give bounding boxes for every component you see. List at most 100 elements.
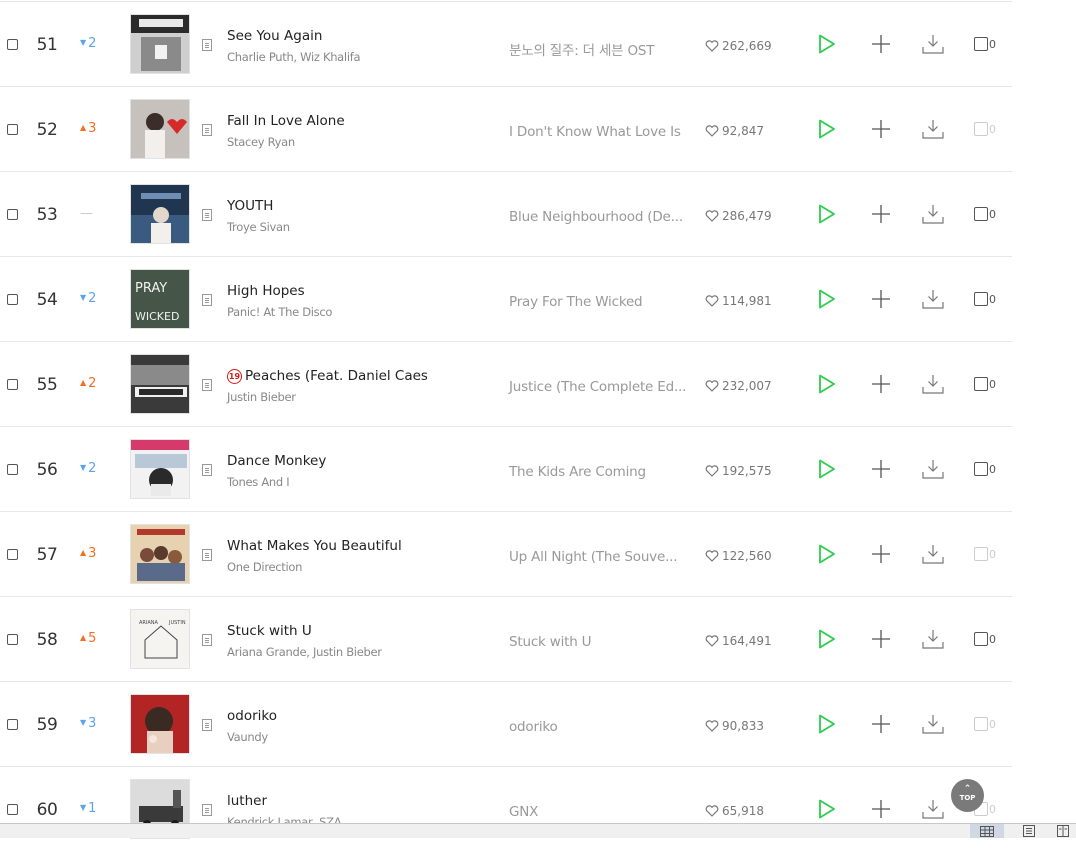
album-art[interactable] — [130, 439, 190, 499]
add-to-playlist-button[interactable] — [871, 34, 891, 54]
song-title[interactable]: Dance Monkey — [227, 453, 326, 469]
song-title[interactable]: Fall In Love Alone — [227, 113, 345, 129]
play-button[interactable] — [818, 544, 836, 564]
like-button[interactable]: 164,491 — [705, 634, 772, 648]
song-title[interactable]: Peaches (Feat. Daniel Caes... — [245, 368, 427, 384]
lyrics-icon[interactable] — [202, 464, 212, 476]
add-to-playlist-button[interactable] — [871, 629, 891, 649]
select-checkbox[interactable] — [7, 209, 18, 220]
song-title-link[interactable]: luther — [227, 793, 267, 809]
select-checkbox[interactable] — [7, 379, 18, 390]
scroll-top-button[interactable]: ⌃ TOP — [951, 779, 984, 812]
music-video-button[interactable]: 0 — [974, 37, 996, 51]
music-video-button[interactable]: 0 — [974, 462, 996, 476]
song-title[interactable]: What Makes You Beautiful — [227, 538, 402, 554]
song-title-link[interactable]: 19 Peaches (Feat. Daniel Caes... — [227, 368, 427, 384]
artist-name[interactable]: Tones And I — [227, 475, 290, 489]
select-checkbox[interactable] — [7, 39, 18, 50]
album-name[interactable]: GNX — [509, 804, 538, 820]
select-checkbox[interactable] — [7, 549, 18, 560]
album-name[interactable]: Stuck with U — [509, 634, 592, 650]
download-button[interactable] — [922, 288, 944, 310]
play-button[interactable] — [818, 34, 836, 54]
album-name[interactable]: odoriko — [509, 719, 558, 735]
like-button[interactable]: 92,847 — [705, 124, 764, 138]
song-title[interactable]: High Hopes — [227, 283, 305, 299]
like-button[interactable]: 114,981 — [705, 294, 772, 308]
lyrics-icon[interactable] — [202, 804, 212, 816]
like-button[interactable]: 65,918 — [705, 804, 764, 818]
album-art[interactable] — [130, 14, 190, 74]
select-checkbox[interactable] — [7, 464, 18, 475]
album-name[interactable]: The Kids Are Coming — [509, 464, 646, 480]
download-button[interactable] — [922, 203, 944, 225]
artist-name[interactable]: Ariana Grande, Justin Bieber — [227, 645, 382, 659]
add-to-playlist-button[interactable] — [871, 289, 891, 309]
add-to-playlist-button[interactable] — [871, 119, 891, 139]
song-title-link[interactable]: What Makes You Beautiful — [227, 538, 402, 554]
lyrics-icon[interactable] — [202, 124, 212, 136]
download-button[interactable] — [922, 373, 944, 395]
lyrics-icon[interactable] — [202, 719, 212, 731]
album-name[interactable]: Justice (The Complete Ed... — [509, 379, 686, 395]
download-button[interactable] — [922, 798, 944, 820]
song-title-link[interactable]: High Hopes — [227, 283, 305, 299]
music-video-button[interactable]: 0 — [974, 207, 996, 221]
music-video-button[interactable]: 0 — [974, 547, 996, 561]
artist-name[interactable]: Panic! At The Disco — [227, 305, 332, 319]
song-title-link[interactable]: See You Again — [227, 28, 322, 44]
add-to-playlist-button[interactable] — [871, 204, 891, 224]
song-title-link[interactable]: Stuck with U — [227, 623, 312, 639]
add-to-playlist-button[interactable] — [871, 799, 891, 819]
download-button[interactable] — [922, 33, 944, 55]
album-name[interactable]: Pray For The Wicked — [509, 294, 643, 310]
play-button[interactable] — [818, 799, 836, 819]
like-button[interactable]: 262,669 — [705, 39, 772, 53]
add-to-playlist-button[interactable] — [871, 459, 891, 479]
lyrics-icon[interactable] — [202, 634, 212, 646]
play-button[interactable] — [818, 374, 836, 394]
download-button[interactable] — [922, 543, 944, 565]
like-button[interactable]: 286,479 — [705, 209, 772, 223]
music-video-button[interactable]: 0 — [974, 632, 996, 646]
song-title-link[interactable]: Fall In Love Alone — [227, 113, 345, 129]
album-art[interactable]: ARIANA JUSTIN — [130, 609, 190, 669]
artist-name[interactable]: One Direction — [227, 560, 302, 574]
song-title[interactable]: YOUTH — [227, 198, 273, 214]
select-checkbox[interactable] — [7, 634, 18, 645]
artist-name[interactable]: Justin Bieber — [227, 390, 296, 404]
play-button[interactable] — [818, 119, 836, 139]
artist-name[interactable]: Charlie Puth, Wiz Khalifa — [227, 50, 361, 64]
play-button[interactable] — [818, 459, 836, 479]
download-button[interactable] — [922, 118, 944, 140]
album-art[interactable] — [130, 99, 190, 159]
album-art[interactable] — [130, 524, 190, 584]
album-art[interactable] — [130, 694, 190, 754]
lyrics-icon[interactable] — [202, 39, 212, 51]
song-title[interactable]: odoriko — [227, 708, 277, 724]
song-title[interactable]: Stuck with U — [227, 623, 312, 639]
add-to-playlist-button[interactable] — [871, 374, 891, 394]
select-checkbox[interactable] — [7, 124, 18, 135]
like-button[interactable]: 192,575 — [705, 464, 772, 478]
album-art[interactable] — [130, 354, 190, 414]
add-to-playlist-button[interactable] — [871, 544, 891, 564]
page-view-button[interactable] — [1050, 824, 1076, 838]
album-name[interactable]: Blue Neighbourhood (De... — [509, 209, 683, 225]
lyrics-icon[interactable] — [202, 209, 212, 221]
list-view-button[interactable] — [1012, 824, 1046, 838]
artist-name[interactable]: Troye Sivan — [227, 220, 290, 234]
download-button[interactable] — [922, 628, 944, 650]
song-title[interactable]: See You Again — [227, 28, 322, 44]
play-button[interactable] — [818, 204, 836, 224]
grid-view-button[interactable] — [970, 824, 1004, 838]
album-name[interactable]: I Don't Know What Love Is — [509, 124, 681, 140]
lyrics-icon[interactable] — [202, 294, 212, 306]
music-video-button[interactable]: 0 — [974, 717, 996, 731]
artist-name[interactable]: Stacey Ryan — [227, 135, 295, 149]
album-art[interactable]: PRAY WICKED — [130, 269, 190, 329]
music-video-button[interactable]: 0 — [974, 377, 996, 391]
music-video-button[interactable]: 0 — [974, 122, 996, 136]
song-title-link[interactable]: YOUTH — [227, 198, 273, 214]
album-name[interactable]: 분노의 질주: 더 세븐 OST — [509, 39, 655, 59]
